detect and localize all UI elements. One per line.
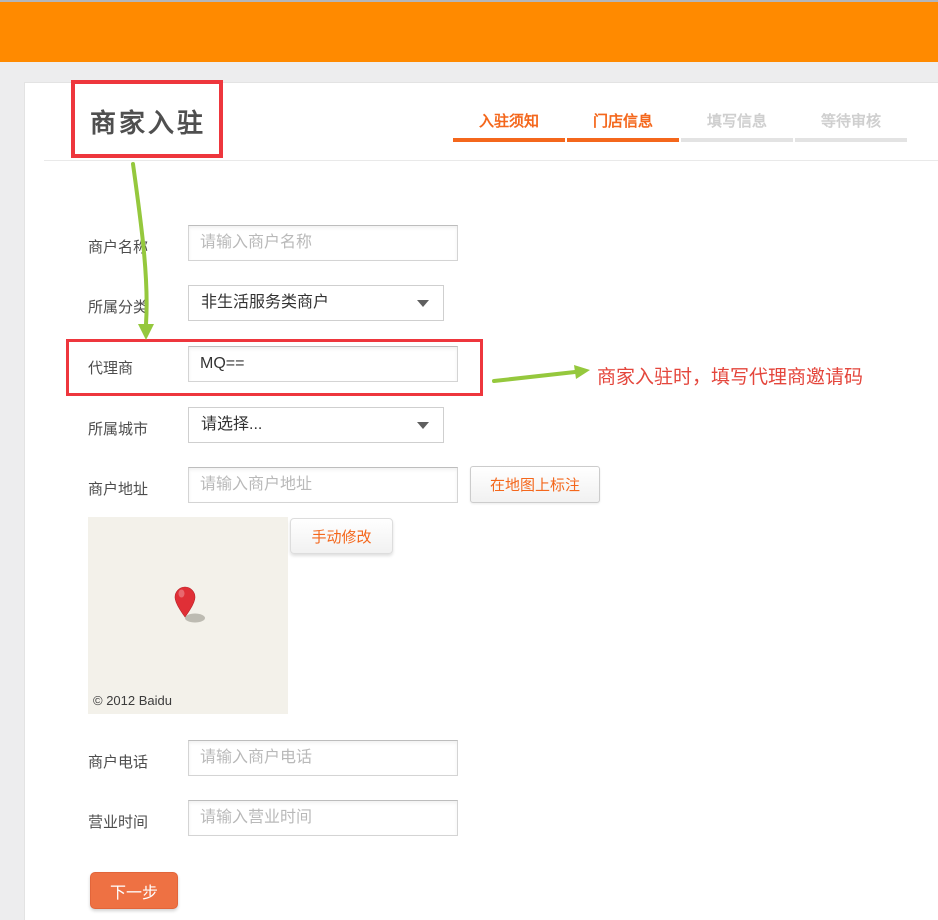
next-step-button[interactable]: 下一步 — [90, 872, 178, 909]
city-selected-value: 请选择... — [201, 416, 262, 433]
category-selected-value: 非生活服务类商户 — [201, 294, 329, 311]
merchant-name-input[interactable] — [188, 225, 458, 261]
tab-underline — [453, 138, 565, 142]
tab-await-review-label: 等待审核 — [821, 113, 881, 130]
city-label: 所属城市 — [88, 418, 184, 439]
chevron-down-icon — [417, 300, 429, 307]
phone-label: 商户电话 — [88, 751, 184, 772]
annotation-box-title — [71, 80, 223, 158]
app-header-bar — [0, 2, 938, 62]
manual-edit-button[interactable]: 手动修改 — [290, 518, 393, 554]
hours-label: 营业时间 — [88, 811, 184, 832]
tab-underline — [567, 138, 679, 142]
tab-underline — [681, 138, 793, 142]
map-annotate-button-label: 在地图上标注 — [490, 474, 580, 495]
tab-entry-notice[interactable]: 入驻须知 — [453, 110, 565, 142]
tab-store-info[interactable]: 门店信息 — [567, 110, 679, 142]
map-pin-icon — [172, 585, 212, 627]
tab-underline — [795, 138, 907, 142]
address-label: 商户地址 — [88, 478, 184, 499]
tab-fill-info-label: 填写信息 — [707, 113, 767, 130]
map-attribution: © 2012 Baidu — [93, 693, 172, 708]
category-label: 所属分类 — [88, 296, 184, 317]
hours-input[interactable] — [188, 800, 458, 836]
category-select[interactable]: 非生活服务类商户 — [188, 285, 444, 321]
manual-edit-button-label: 手动修改 — [311, 526, 371, 547]
tab-await-review[interactable]: 等待审核 — [795, 110, 907, 142]
annotation-box-agent-row — [66, 339, 483, 396]
city-select[interactable]: 请选择... — [188, 407, 444, 443]
tab-entry-notice-label: 入驻须知 — [479, 113, 539, 130]
annotation-note: 商家入驻时，填写代理商邀请码 — [597, 362, 863, 389]
map-annotate-button[interactable]: 在地图上标注 — [470, 466, 600, 503]
phone-input[interactable] — [188, 740, 458, 776]
merchant-name-label: 商户名称 — [88, 236, 184, 257]
chevron-down-icon — [417, 422, 429, 429]
address-input[interactable] — [188, 467, 458, 503]
tab-fill-info[interactable]: 填写信息 — [681, 110, 793, 142]
page: 商家入驻 入驻须知 门店信息 填写信息 等待审核 商户名称 所属分类 非生活服务… — [0, 0, 938, 920]
header-divider — [44, 160, 938, 161]
next-step-button-label: 下一步 — [110, 879, 158, 903]
map-canvas[interactable]: © 2012 Baidu — [88, 517, 288, 714]
tab-store-info-label: 门店信息 — [593, 113, 653, 130]
